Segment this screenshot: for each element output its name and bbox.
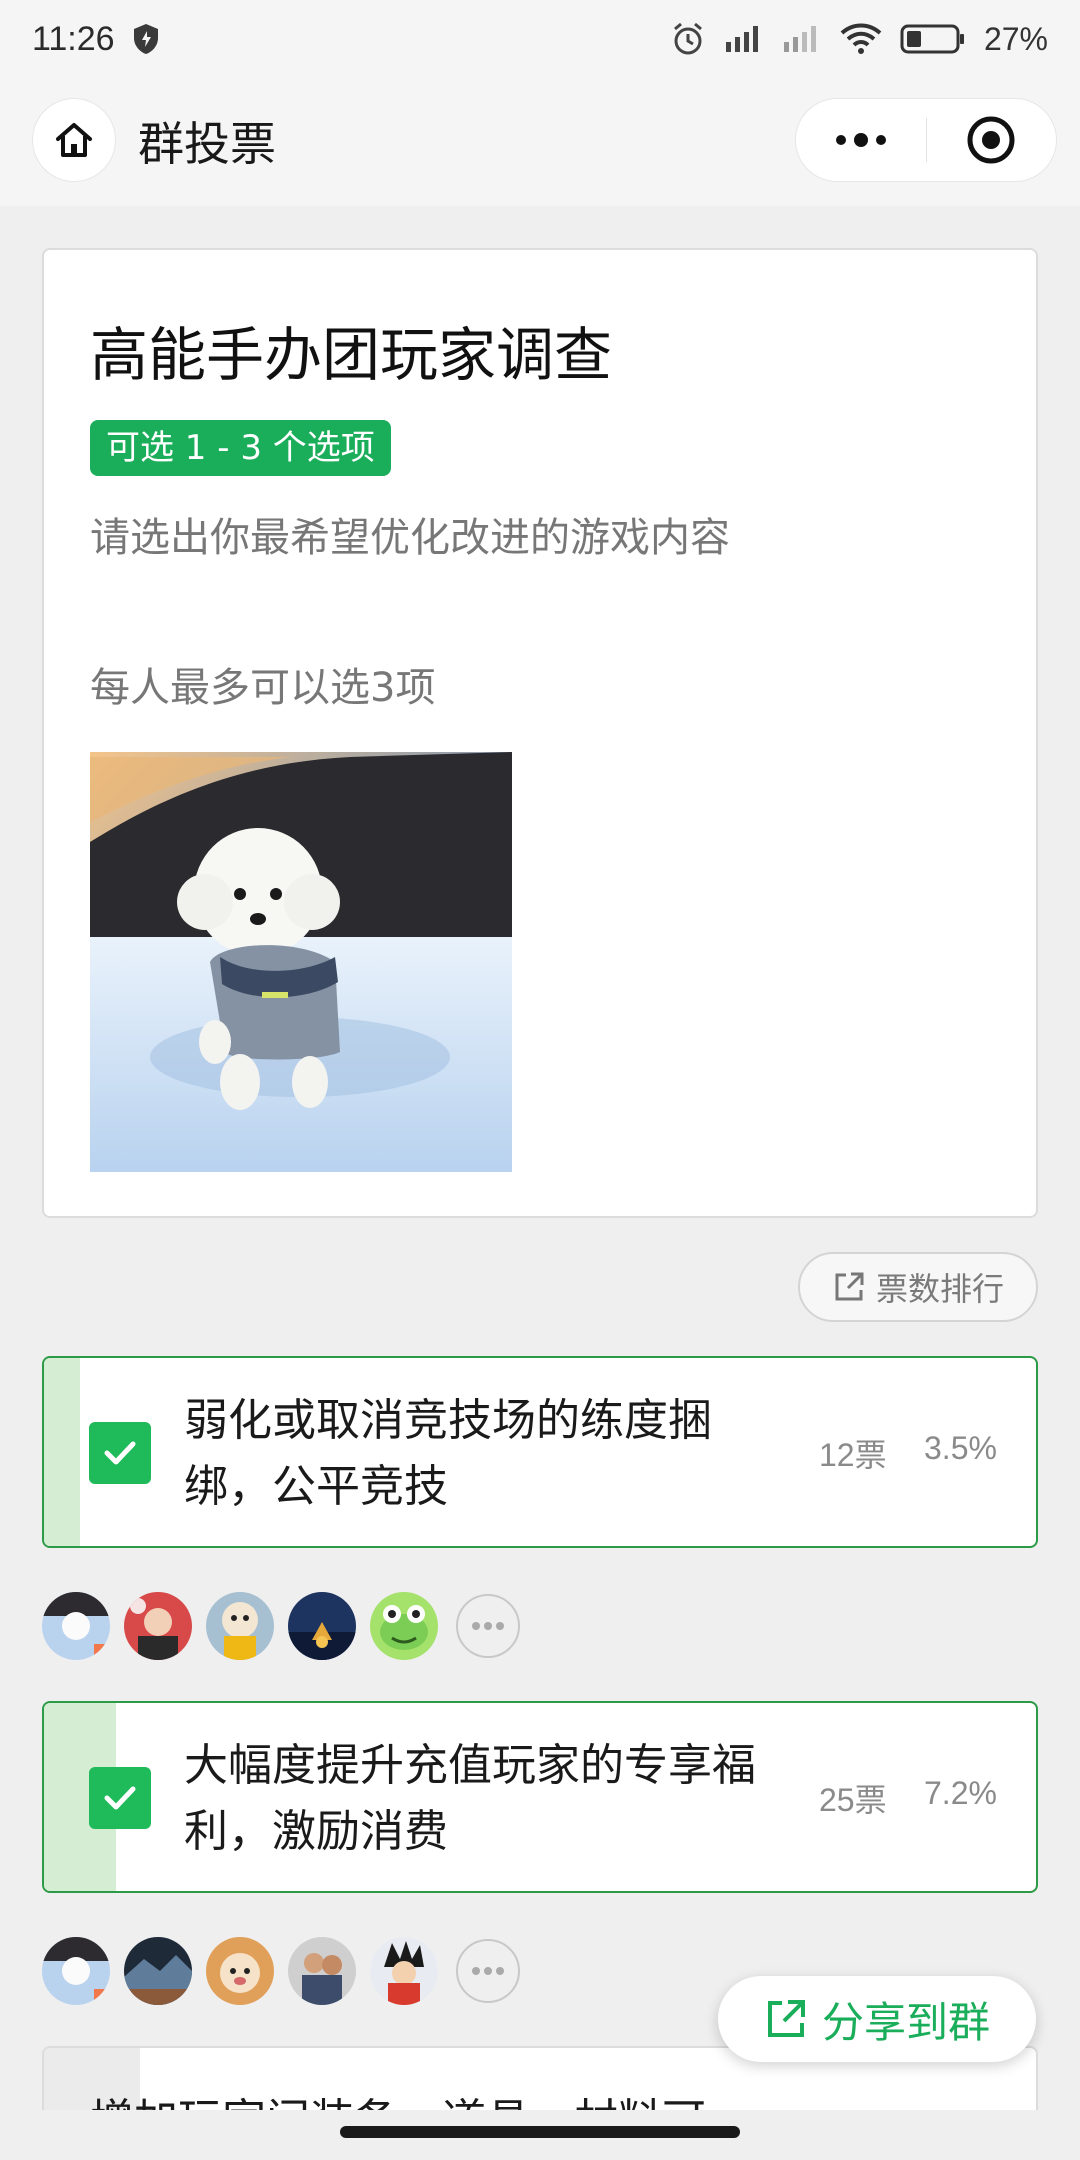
signal-2-icon <box>783 26 816 52</box>
avatar[interactable] <box>206 1937 274 2005</box>
more-voters-button[interactable] <box>456 1939 520 2003</box>
poll-card: 高能手办团玩家调查 可选 1 - 3 个选项 请选出你最希望优化改进的游戏内容 … <box>42 248 1038 1218</box>
share-to-group-button[interactable]: 分享到群 <box>718 1976 1036 2062</box>
option-text: 弱化或取消竞技场的练度捆绑，公平竞技 <box>184 1395 712 1512</box>
share-to-group-label: 分享到群 <box>821 1997 990 2047</box>
option-percent: 3.5% <box>924 1430 997 1466</box>
battery-percentage: 27% <box>983 20 1048 57</box>
avatar[interactable] <box>288 1592 356 1660</box>
signal-icon <box>725 26 758 52</box>
voter-avatars-1 <box>42 1592 520 1660</box>
option-text: 大幅度提升充值玩家的专享福利，激励消费 <box>184 1740 756 1857</box>
avatar[interactable] <box>206 1592 274 1660</box>
vote-ranking-button[interactable]: 票数排行 <box>798 1252 1038 1322</box>
vote-ranking-label: 票数排行 <box>875 1270 1004 1308</box>
shield-icon <box>133 24 158 54</box>
checkmark-icon <box>104 1441 136 1465</box>
home-icon <box>56 123 92 157</box>
poll-option-1[interactable]: 弱化或取消竞技场的练度捆绑，公平竞技 12票 3.5% <box>42 1356 1038 1548</box>
avatar[interactable] <box>288 1937 356 2005</box>
avatar[interactable] <box>124 1592 192 1660</box>
checkbox-checked[interactable] <box>89 1422 151 1484</box>
option-percent: 7.2% <box>924 1775 997 1811</box>
selection-limit-badge: 可选 1 - 3 个选项 <box>90 420 391 476</box>
mini-program-capsule <box>795 98 1057 182</box>
checkmark-icon <box>104 1786 136 1810</box>
wifi-icon <box>840 23 882 54</box>
more-voters-button[interactable] <box>456 1594 520 1658</box>
option-votes: 25票 <box>819 1782 887 1818</box>
more-button[interactable] <box>796 98 926 182</box>
poll-note: 每人最多可以选3项 <box>90 665 436 711</box>
option-votes: 12票 <box>819 1437 887 1473</box>
avatar[interactable] <box>124 1937 192 2005</box>
status-bar: 11:26 27% <box>0 0 1080 78</box>
status-icons: 27% <box>670 21 1048 58</box>
avatar[interactable] <box>370 1937 438 2005</box>
poll-title: 高能手办团玩家调查 <box>90 321 613 389</box>
close-button[interactable] <box>927 98 1057 182</box>
avatar[interactable] <box>42 1592 110 1660</box>
poll-option-2[interactable]: 大幅度提升充值玩家的专享福利，激励消费 25票 7.2% <box>42 1701 1038 1893</box>
poll-description: 请选出你最希望优化改进的游戏内容 <box>90 515 730 561</box>
external-link-icon <box>835 1272 864 1301</box>
home-indicator[interactable] <box>340 2126 740 2138</box>
gesture-bar-area <box>0 2110 1080 2160</box>
avatar[interactable] <box>370 1592 438 1660</box>
close-target-icon <box>967 116 1015 164</box>
ellipsis-icon <box>472 1967 504 1975</box>
alarm-icon <box>673 22 702 55</box>
dog-in-snow-image <box>90 752 512 1172</box>
nav-bar: 群投票 <box>0 78 1080 206</box>
share-icon <box>767 2000 805 2037</box>
ellipsis-icon <box>472 1622 504 1630</box>
page-title: 群投票 <box>138 117 276 171</box>
battery-icon <box>900 24 964 54</box>
checkbox-checked[interactable] <box>89 1767 151 1829</box>
avatar[interactable] <box>42 1937 110 2005</box>
voter-avatars-2 <box>42 1937 520 2005</box>
status-time: 11:26 <box>32 19 115 58</box>
more-icon <box>835 133 886 147</box>
home-button[interactable] <box>32 98 116 182</box>
option-vote-bar <box>44 1358 80 1546</box>
poll-image[interactable] <box>90 752 512 1172</box>
